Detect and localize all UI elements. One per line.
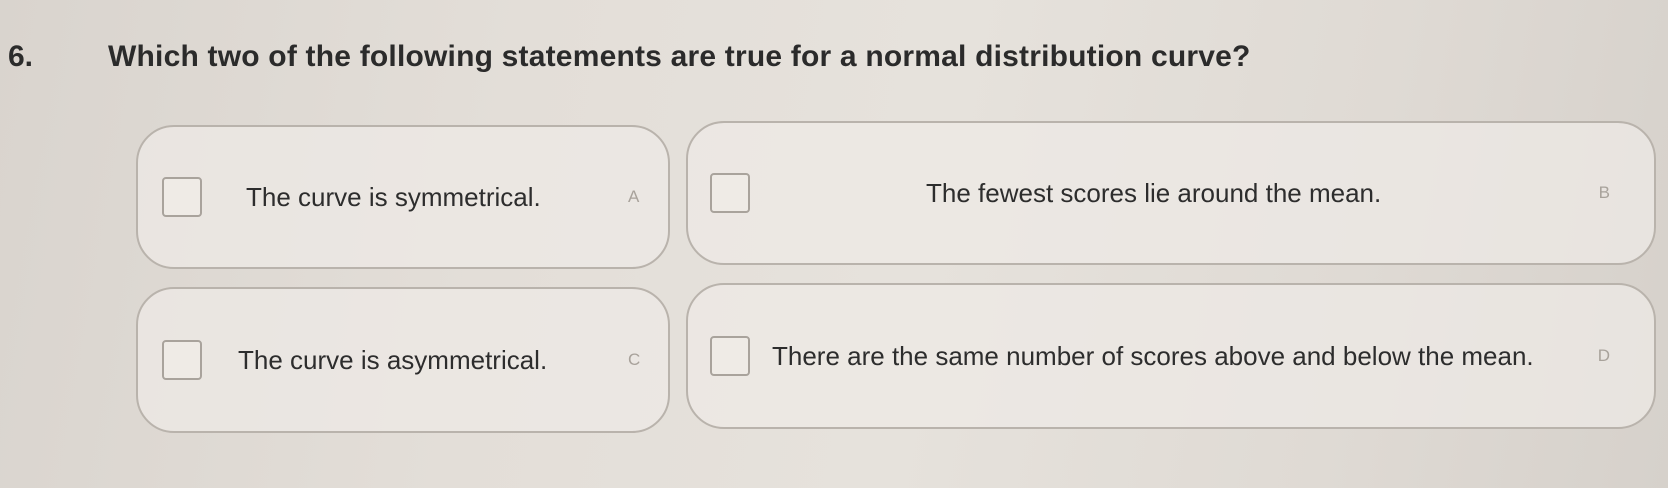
option-c-text: The curve is asymmetrical.	[238, 345, 548, 375]
option-d-text: There are the same number of scores abov…	[772, 341, 1534, 371]
option-b-letter: B	[1598, 183, 1610, 202]
option-a-checkbox[interactable]	[162, 177, 202, 217]
question: 6. Which two of the following statements…	[8, 40, 1251, 74]
option-b-checkbox[interactable]	[710, 173, 750, 213]
option-d-letter: D	[1597, 346, 1610, 365]
option-a-letter: A	[628, 187, 640, 206]
option-b[interactable]: The fewest scores lie around the mean. B	[686, 121, 1656, 265]
option-d[interactable]: There are the same number of scores abov…	[686, 283, 1656, 429]
option-a-text: The curve is symmetrical.	[246, 182, 541, 212]
option-b-text: The fewest scores lie around the mean.	[926, 178, 1382, 208]
question-number: 6.	[8, 40, 34, 73]
option-c[interactable]: The curve is asymmetrical. C	[136, 287, 670, 433]
question-text: Which two of the following statements ar…	[108, 40, 1251, 73]
option-d-checkbox[interactable]	[710, 336, 750, 376]
option-c-checkbox[interactable]	[162, 340, 202, 380]
option-c-letter: C	[628, 350, 641, 369]
option-a[interactable]: The curve is symmetrical. A	[136, 125, 670, 269]
